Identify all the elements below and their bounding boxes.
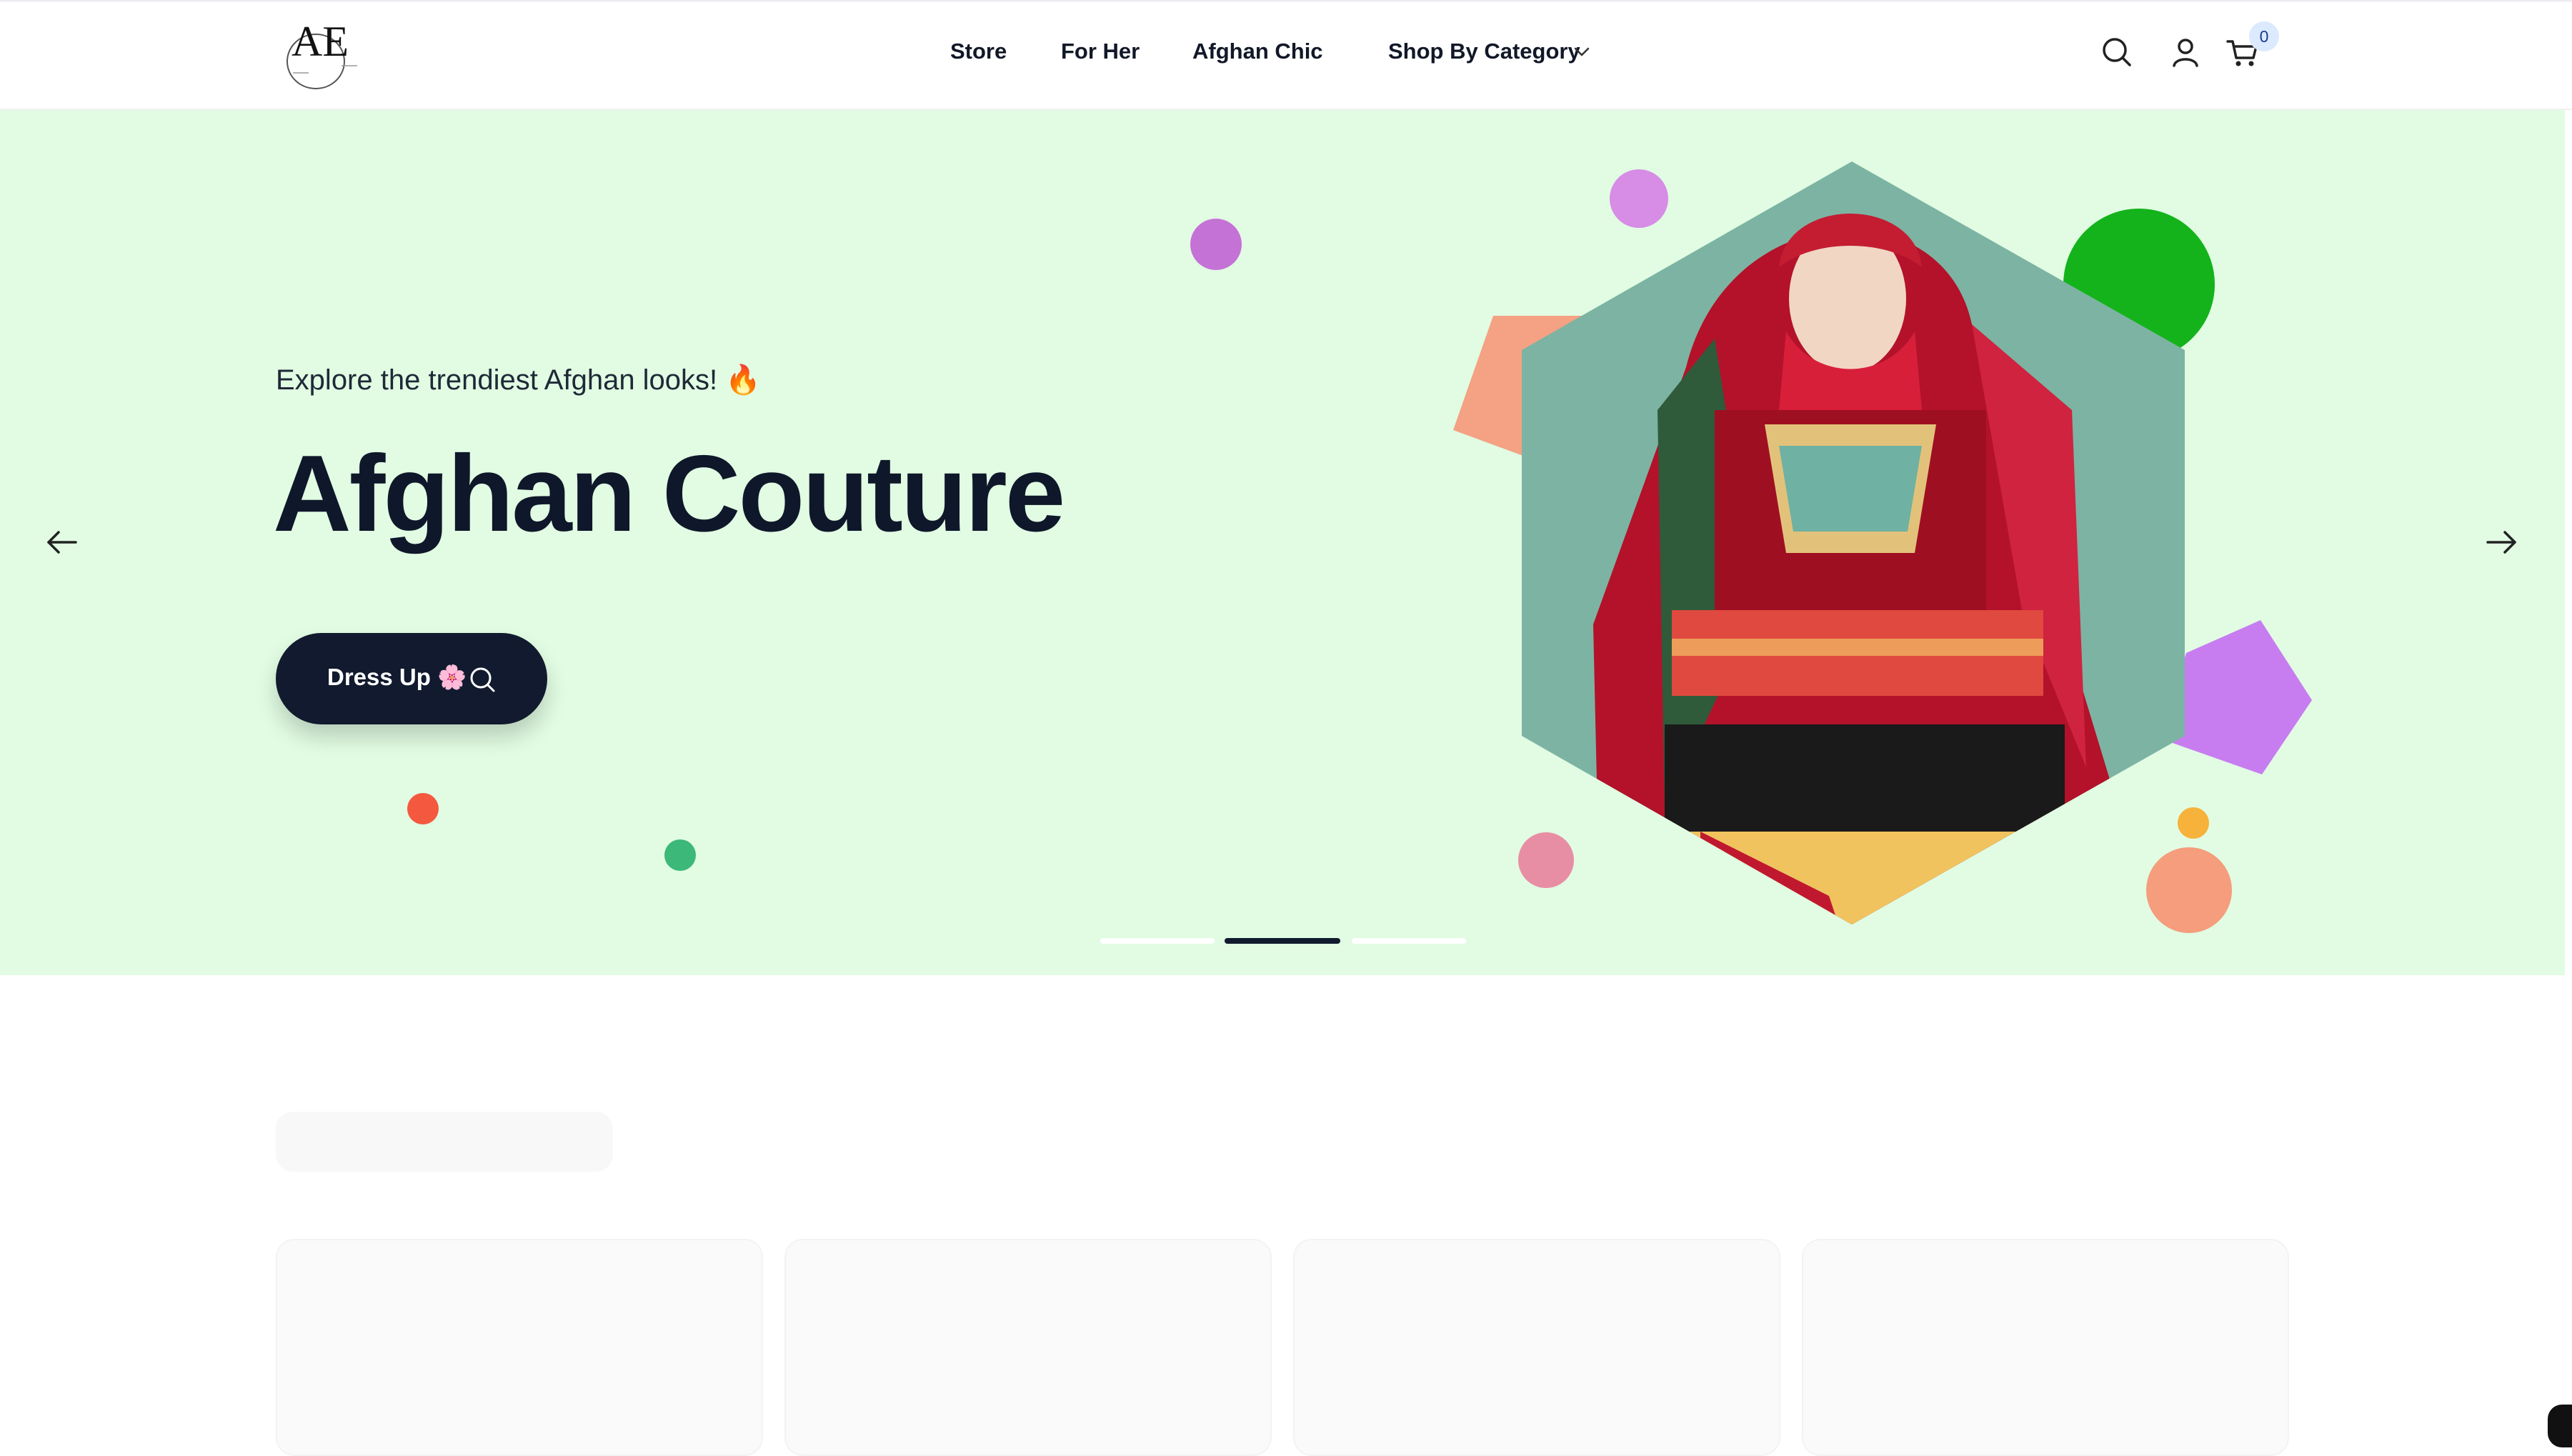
user-icon[interactable] [2168, 34, 2203, 70]
chat-widget-button[interactable] [2548, 1405, 2572, 1447]
svg-text:AE: AE [291, 18, 349, 65]
search-icon [470, 667, 495, 692]
nav-store[interactable]: Store [950, 39, 1007, 64]
slide-indicator-1[interactable] [1100, 938, 1215, 944]
product-card-skeleton [784, 1239, 1272, 1456]
product-card-skeleton [1293, 1239, 1780, 1456]
nav-shop-by-category[interactable]: Shop By Category [1388, 39, 1580, 64]
site-logo[interactable]: AE [276, 14, 384, 91]
decor-dot [1190, 219, 1242, 270]
decor-dot [2178, 807, 2209, 839]
site-header: AE Store For Her Afghan Chic Shop By Cat… [0, 0, 2572, 110]
section-title-skeleton [276, 1112, 613, 1172]
search-icon[interactable] [2099, 34, 2135, 70]
decor-dot [1610, 169, 1668, 228]
arrow-right-icon[interactable] [2482, 523, 2521, 562]
nav-afghan-chic[interactable]: Afghan Chic [1192, 39, 1323, 64]
nav-for-her[interactable]: For Her [1061, 39, 1140, 64]
slide-indicator-2-active[interactable] [1225, 938, 1340, 944]
arrow-left-icon[interactable] [43, 523, 81, 562]
cart-count-badge: 0 [2249, 21, 2279, 51]
hero-title: Afghan Couture [273, 433, 1065, 554]
decor-dot [407, 793, 439, 824]
product-card-skeleton [1802, 1239, 2289, 1456]
slide-indicator-3[interactable] [1352, 938, 1466, 944]
decor-dot [664, 839, 696, 871]
decor-dot [1518, 832, 1574, 888]
header-top-shadow [0, 0, 2572, 3]
decor-dot [2146, 847, 2232, 933]
chevron-down-icon[interactable] [1572, 41, 1592, 61]
dress-up-button-label: Dress Up 🌸 [327, 664, 467, 690]
product-card-skeleton [276, 1239, 763, 1456]
dress-up-button[interactable]: Dress Up 🌸 [276, 633, 547, 724]
hero-subtitle: Explore the trendiest Afghan looks! 🔥 [276, 364, 762, 396]
hero-carousel: Explore the trendiest Afghan looks! 🔥 Af… [0, 110, 2565, 975]
